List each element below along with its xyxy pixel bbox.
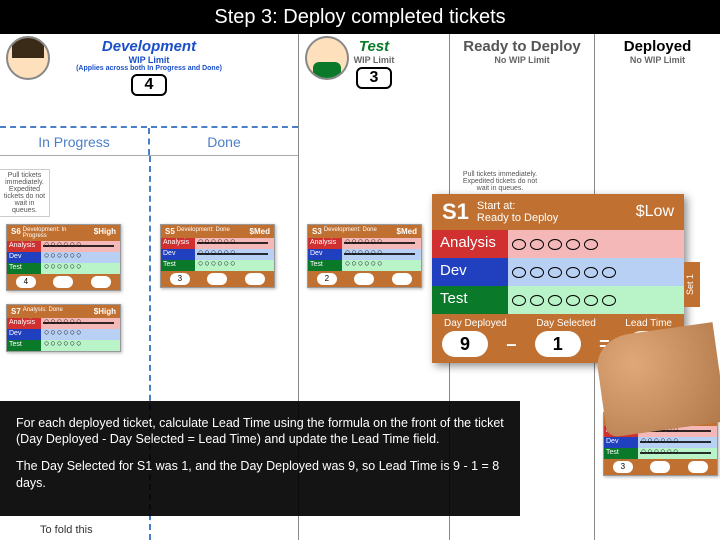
ticket-foot: 3 [170,273,190,285]
ticket-cost: $Med [397,227,417,236]
ticket-id: S5 [165,227,175,236]
big-cost: $Low [636,203,674,221]
value-day-deployed: 9 [442,331,488,357]
ticket-id: S3 [312,227,322,236]
dev-sub-inprogress: In Progress [0,128,150,155]
label-day-selected: Day Selected [536,318,595,329]
explanation-overlay: For each deployed ticket, calculate Lead… [0,401,520,517]
explain-p2: The Day Selected for S1 was 1, and the D… [16,458,504,492]
col-test-wip: 3 [356,67,393,89]
label-day-deployed: Day Deployed [444,318,507,329]
col-ready-wip: No WIP Limit [452,55,592,65]
value-day-selected: 1 [535,331,581,357]
col-deployed-wip: No WIP Limit [597,55,718,65]
ticket-side-tab: Set 1 [684,262,700,307]
row-dev: Dev [7,329,41,340]
row-dev: Dev [161,249,195,260]
big-row-dev: Dev [432,258,508,286]
label-lead-time: Lead Time [625,318,672,329]
ticket-start: Development: Done [175,227,250,236]
ticket-cost: $Med [250,227,270,236]
minus-icon: – [506,334,516,355]
ticket-cost: $High [94,227,116,239]
ticket-foot: 4 [16,276,36,288]
ticket-start: Development: In Progress [21,227,94,239]
row-ana: Analysis [7,241,41,252]
row-test: Test [7,340,41,351]
row-test: Test [308,260,342,271]
ticket-s7[interactable]: S7Analysis: Done$High Analysis Dev Test [6,304,121,352]
row-test: Test [161,260,195,271]
col-dev-wip: 4 [131,74,168,96]
avatar-tester [305,36,349,80]
ticket-foot: 3 [613,461,633,473]
big-ticket-id: S1 [442,199,469,225]
col-ready-title: Ready to Deploy [452,38,592,55]
ticket-start: Analysis: Done [21,307,94,316]
big-start-prefix: Start at: [477,200,516,212]
flow-note-left: Pull tickets immediately. Expedited tick… [0,169,50,217]
ticket-id: S6 [11,227,21,239]
big-row-test: Test [432,286,508,314]
ticket-foot: 2 [317,273,337,285]
row-dev: Dev [604,437,638,448]
flow-note-mid: Pull tickets immediately. Expedited tick… [455,169,545,194]
step-title: Step 3: Deploy completed tickets [0,0,720,34]
ticket-id: S7 [11,307,21,316]
ticket-cost: $High [94,307,116,316]
row-ana: Analysis [7,318,41,329]
avatar-developer [6,36,50,80]
dev-subheader: In Progress Done [0,126,298,156]
big-row-ana: Analysis [432,230,508,258]
big-start: Ready to Deploy [477,212,558,224]
fold-hint: To fold this [40,524,93,536]
hand-writing-icon [594,322,720,438]
row-test: Test [7,263,41,274]
col-deployed-title: Deployed [597,38,718,55]
ticket-s6[interactable]: S6Development: In Progress$High Analysis… [6,224,121,291]
ticket-s3[interactable]: S3Development: Done$Med Analysis Dev Tes… [307,224,422,288]
explain-p1: For each deployed ticket, calculate Lead… [16,415,504,449]
row-ana: Analysis [308,238,342,249]
dev-sub-done: Done [150,128,298,155]
row-dev: Dev [7,252,41,263]
ticket-start: Development: Done [322,227,397,236]
kanban-board: Development WIP Limit (Applies across bo… [0,34,720,540]
row-dev: Dev [308,249,342,260]
row-ana: Analysis [161,238,195,249]
ticket-s5[interactable]: S5Development: Done$Med Analysis Dev Tes… [160,224,275,288]
row-test: Test [604,448,638,459]
